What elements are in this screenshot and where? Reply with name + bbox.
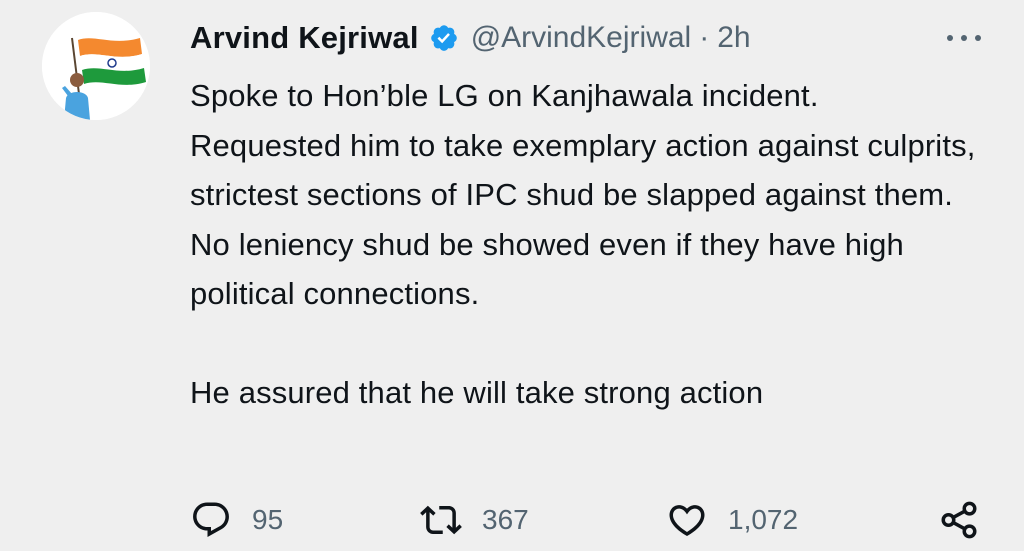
reply-button[interactable]: 95 bbox=[190, 496, 283, 544]
action-bar: 95 367 1,072 bbox=[0, 496, 1024, 544]
share-icon bbox=[938, 499, 980, 541]
user-handle[interactable]: @ArvindKejriwal bbox=[471, 21, 692, 55]
like-button[interactable]: 1,072 bbox=[666, 496, 798, 544]
retweet-count: 367 bbox=[482, 504, 529, 535]
verified-badge-icon bbox=[429, 23, 459, 53]
timestamp[interactable]: 2h bbox=[717, 21, 750, 55]
heart-icon bbox=[666, 499, 708, 541]
tweet-text: Spoke to Hon’ble LG on Kanjhawala incide… bbox=[190, 78, 976, 410]
like-count: 1,072 bbox=[728, 504, 799, 535]
retweet-button[interactable]: 367 bbox=[420, 496, 529, 544]
share-button[interactable] bbox=[938, 496, 980, 544]
reply-icon bbox=[190, 499, 232, 541]
more-options-icon[interactable] bbox=[944, 26, 984, 50]
tweet-card[interactable]: Arvind Kejriwal @ArvindKejriwal · 2h Spo… bbox=[0, 0, 1024, 551]
avatar[interactable] bbox=[42, 12, 150, 120]
avatar-image bbox=[42, 12, 150, 120]
tweet-header: Arvind Kejriwal @ArvindKejriwal · 2h bbox=[190, 18, 751, 58]
retweet-icon bbox=[420, 499, 462, 541]
display-name[interactable]: Arvind Kejriwal bbox=[190, 20, 419, 56]
reply-count: 95 bbox=[252, 504, 284, 535]
separator-dot: · bbox=[699, 21, 710, 54]
